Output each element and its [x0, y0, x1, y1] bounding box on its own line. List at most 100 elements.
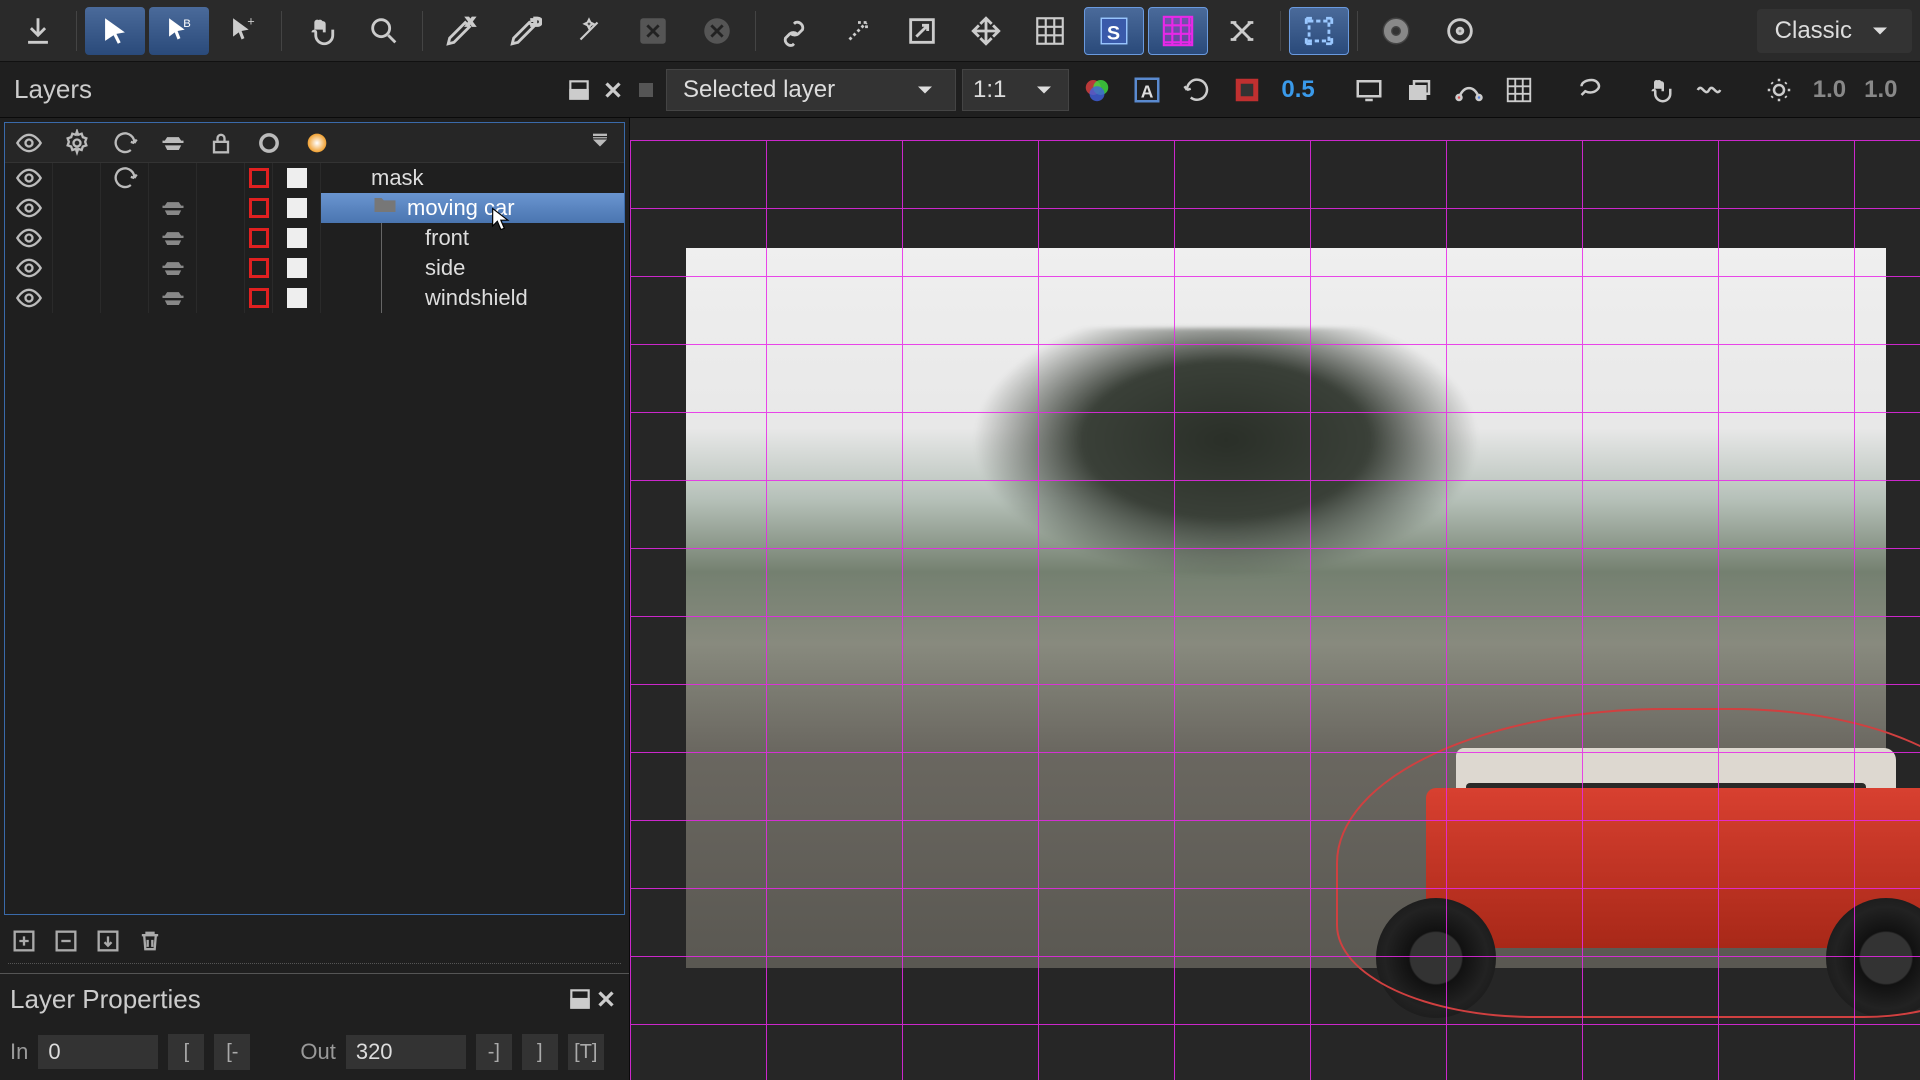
stabilize-s-tool[interactable]: S: [1084, 7, 1144, 55]
svg-text:S: S: [1107, 22, 1120, 44]
stack-icon[interactable]: [1397, 68, 1441, 112]
opacity-value-2[interactable]: 1.0: [1807, 76, 1852, 104]
color-swatch[interactable]: [287, 168, 307, 188]
refresh-column-icon[interactable]: [101, 124, 149, 162]
eye-icon[interactable]: [15, 284, 43, 312]
menu-dropdown-icon[interactable]: [576, 124, 624, 162]
separator: [1357, 11, 1358, 51]
color-swatch[interactable]: [249, 198, 269, 218]
target-outline-icon[interactable]: [1430, 7, 1490, 55]
rgb-channels-icon[interactable]: [1075, 68, 1119, 112]
pointer-b-tool[interactable]: B: [149, 7, 209, 55]
out-field[interactable]: [346, 1035, 466, 1069]
lasso-icon[interactable]: [1567, 68, 1611, 112]
move-down-button[interactable]: [92, 925, 124, 957]
eye-icon[interactable]: [15, 254, 43, 282]
selected-layer-dropdown[interactable]: Selected layer: [666, 69, 956, 111]
alpha-a-icon[interactable]: A: [1125, 68, 1169, 112]
layer-row-front[interactable]: front: [5, 223, 624, 253]
target-filled-icon[interactable]: [1366, 7, 1426, 55]
chevron-down-icon: [1866, 17, 1894, 45]
separator: [76, 11, 77, 51]
separator: [1280, 11, 1281, 51]
layer-row-windshield[interactable]: windshield: [5, 283, 624, 313]
color-swatch[interactable]: [249, 288, 269, 308]
close-x-box[interactable]: [623, 7, 683, 55]
motion-column-icon[interactable]: [149, 124, 197, 162]
resize-box-tool[interactable]: [892, 7, 952, 55]
bracket-out-end[interactable]: ]: [522, 1034, 558, 1070]
vehicle: [1366, 728, 1920, 1008]
color-swatch[interactable]: [249, 258, 269, 278]
add-layer-button[interactable]: [8, 925, 40, 957]
bracket-in-start[interactable]: [: [168, 1034, 204, 1070]
motion-icon[interactable]: [159, 194, 187, 222]
opacity-value-1[interactable]: 0.5: [1275, 76, 1320, 104]
dock-icon[interactable]: [566, 77, 592, 103]
rotate-icon[interactable]: [1175, 68, 1219, 112]
trash-button[interactable]: [134, 925, 166, 957]
layer-row-moving-car[interactable]: moving car: [5, 193, 624, 223]
color-swatch[interactable]: [249, 228, 269, 248]
red-overlay-icon[interactable]: [1225, 68, 1269, 112]
pointer-plus-tool[interactable]: +: [213, 7, 273, 55]
close-icon[interactable]: [593, 986, 619, 1012]
color-swatch[interactable]: [287, 258, 307, 278]
color-wheel-icon[interactable]: [293, 124, 341, 162]
layer-row-side[interactable]: side: [5, 253, 624, 283]
in-field[interactable]: [38, 1035, 158, 1069]
bracket-t[interactable]: [T]: [568, 1034, 604, 1070]
wave-icon[interactable]: [1687, 68, 1731, 112]
zoom-dropdown[interactable]: 1:1: [962, 69, 1069, 111]
motion-icon[interactable]: [159, 284, 187, 312]
close-icon[interactable]: [600, 77, 626, 103]
color-swatch[interactable]: [287, 228, 307, 248]
pen-d-tool[interactable]: :D: [495, 7, 555, 55]
color-swatch[interactable]: [287, 288, 307, 308]
grid-toggle-icon[interactable]: [1497, 68, 1541, 112]
eye-icon[interactable]: [15, 164, 43, 192]
layer-row-mask[interactable]: mask: [5, 163, 624, 193]
dashed-arrow-tool[interactable]: [828, 7, 888, 55]
grid-tool[interactable]: [1020, 7, 1080, 55]
motion-icon[interactable]: [159, 224, 187, 252]
hand-tool[interactable]: [290, 7, 350, 55]
hand-mini-icon[interactable]: [1637, 68, 1681, 112]
color-swatch[interactable]: [249, 168, 269, 188]
zoom-tool[interactable]: [354, 7, 414, 55]
gear-column-icon[interactable]: [53, 124, 101, 162]
close-x-circle[interactable]: [687, 7, 747, 55]
frame-bounds-tool[interactable]: [1289, 7, 1349, 55]
color-swatch[interactable]: [287, 198, 307, 218]
cross-arrows-tool[interactable]: [1212, 7, 1272, 55]
theme-dropdown[interactable]: Classic: [1757, 9, 1912, 53]
add-sub-button[interactable]: [50, 925, 82, 957]
link-tool[interactable]: [764, 7, 824, 55]
bracket-in-cut[interactable]: [-: [214, 1034, 250, 1070]
bracket-out-cut[interactable]: -]: [476, 1034, 512, 1070]
layer-name: side: [425, 255, 465, 281]
visibility-column-icon[interactable]: [5, 124, 53, 162]
download-icon[interactable]: [8, 7, 68, 55]
layer-list: mask moving car: [5, 163, 624, 914]
pen-x-tool[interactable]: X: [431, 7, 491, 55]
layer-name[interactable]: mask: [321, 163, 624, 193]
move-tool[interactable]: [956, 7, 1016, 55]
pointer-tool[interactable]: [85, 7, 145, 55]
lock-column-icon[interactable]: [197, 124, 245, 162]
magenta-grid-tool[interactable]: [1148, 7, 1208, 55]
curve-icon[interactable]: [1447, 68, 1491, 112]
opacity-value-3[interactable]: 1.0: [1858, 76, 1903, 104]
eye-icon[interactable]: [15, 194, 43, 222]
sun-icon[interactable]: [1757, 68, 1801, 112]
refresh-icon[interactable]: [111, 164, 139, 192]
dock-icon[interactable]: [567, 986, 593, 1012]
motion-icon[interactable]: [159, 254, 187, 282]
color-ring-icon[interactable]: [245, 124, 293, 162]
folder-icon: [371, 191, 399, 225]
screen-icon[interactable]: [1347, 68, 1391, 112]
layer-actions-bar: [0, 919, 629, 963]
viewport[interactable]: [630, 118, 1920, 1080]
magic-wand-tool[interactable]: [559, 7, 619, 55]
eye-icon[interactable]: [15, 224, 43, 252]
